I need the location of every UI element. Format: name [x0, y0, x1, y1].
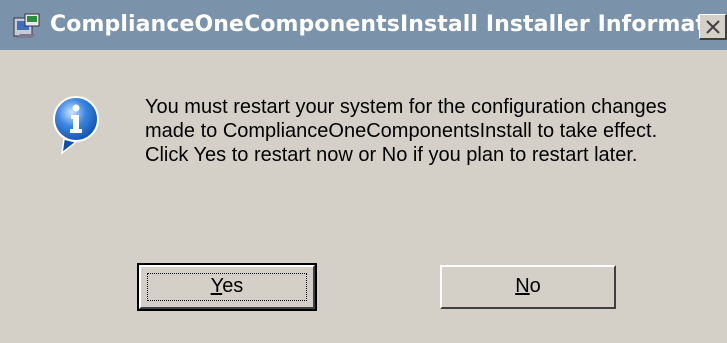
dialog-window: ComplianceOneComponentsInstall Installer… — [0, 0, 727, 343]
no-button[interactable]: No — [440, 265, 616, 309]
yes-button-label: Yes — [210, 275, 244, 297]
close-button[interactable] — [699, 14, 727, 40]
installer-app-icon — [12, 12, 42, 40]
no-button-label: No — [515, 275, 541, 297]
close-icon — [706, 20, 720, 34]
yes-button[interactable]: Yes — [137, 263, 317, 311]
dialog-body: You must restart your system for the con… — [0, 50, 727, 343]
information-icon — [50, 95, 102, 155]
dialog-message: You must restart your system for the con… — [145, 96, 667, 166]
title-bar[interactable]: ComplianceOneComponentsInstall Installer… — [0, 0, 727, 50]
window-title: ComplianceOneComponentsInstall Installer… — [50, 12, 727, 37]
